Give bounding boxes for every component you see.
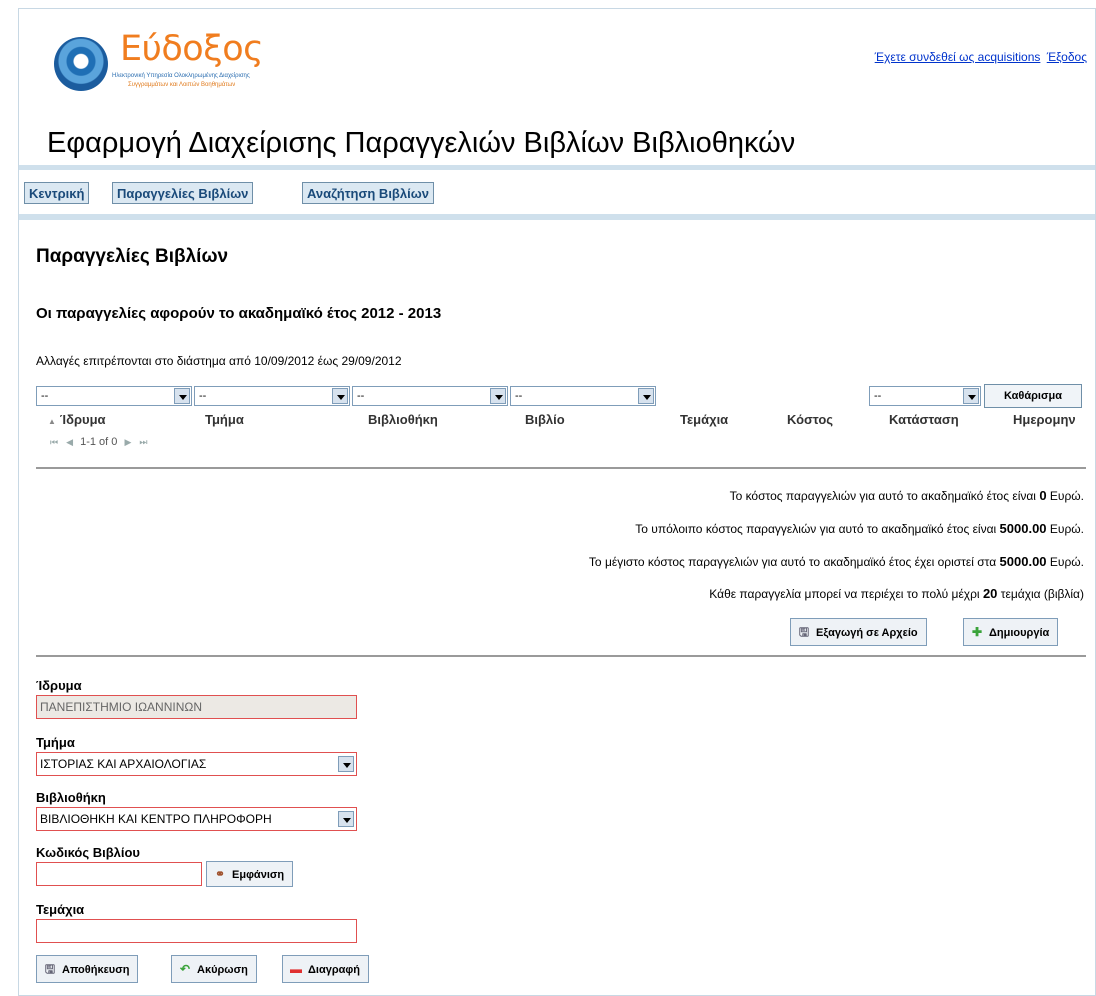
filter-library-select[interactable]: --: [352, 386, 508, 406]
institution-label: Ίδρυμα: [36, 678, 82, 693]
max-cost-info: Το μέγιστο κόστος παραγγελιών για αυτό τ…: [588, 554, 1084, 569]
filter-institution-select[interactable]: --: [36, 386, 192, 406]
nav-home[interactable]: Κεντρική: [24, 182, 90, 204]
app-title: Εφαρμογή Διαχείρισης Παραγγελιών Βιβλίων…: [47, 127, 796, 159]
plus-icon: ✚: [971, 625, 983, 639]
save-icon: 🖫: [44, 962, 56, 976]
filter-status-select[interactable]: --: [869, 386, 981, 406]
col-header-library[interactable]: Βιβλιοθήκη: [368, 412, 438, 427]
nav-divider: [19, 214, 1095, 220]
department-select[interactable]: ΙΣΤΟΡΙΑΣ ΚΑΙ ΑΡΧΑΙΟΛΟΓΙΑΣ: [36, 752, 357, 776]
clear-filters-button[interactable]: Καθάρισμα: [984, 384, 1082, 408]
save-button[interactable]: 🖫 Αποθήκευση: [36, 955, 139, 983]
delete-button[interactable]: ▬ Διαγραφή: [282, 955, 369, 983]
sort-asc-icon: ▲: [48, 417, 56, 426]
next-page-icon[interactable]: ▶: [124, 437, 131, 447]
header: Εύδοξος Ηλεκτρονική Υπηρεσία Ολοκληρωμέν…: [19, 9, 1095, 165]
logo-emblem-icon: [54, 37, 108, 91]
logout-link[interactable]: Έξοδος: [1047, 50, 1087, 64]
undo-arrow-icon: ↶: [179, 962, 191, 976]
divider: [36, 655, 1086, 657]
col-header-department[interactable]: Τμήμα: [205, 412, 244, 427]
library-select[interactable]: ΒΙΒΛΙΟΘΗΚΗ ΚΑΙ ΚΕΝΤΡΟ ΠΛΗΡΟΦΟΡΗ: [36, 807, 357, 831]
chevron-down-icon[interactable]: [338, 811, 354, 827]
col-header-institution[interactable]: ▲ Ίδρυμα: [48, 412, 106, 427]
main-nav: Κεντρική Παραγγελίες Βιβλίων Αναζήτηση Β…: [19, 170, 1095, 214]
top-links: Έχετε συνδεθεί ως acquisitions Έξοδος: [875, 50, 1087, 64]
last-page-icon[interactable]: ⏭: [139, 437, 147, 447]
book-code-label: Κωδικός Βιβλίου: [36, 845, 140, 860]
items-input[interactable]: [36, 919, 357, 943]
library-label: Βιβλιοθήκη: [36, 790, 106, 805]
nav-book-orders[interactable]: Παραγγελίες Βιβλίων: [112, 182, 254, 204]
col-header-book[interactable]: Βιβλίο: [525, 412, 565, 427]
filter-department-select[interactable]: --: [194, 386, 350, 406]
page-title: Παραγγελίες Βιβλίων: [36, 246, 229, 267]
chevron-down-icon[interactable]: [332, 388, 348, 404]
department-label: Τμήμα: [36, 735, 75, 750]
create-button[interactable]: ✚ Δημιουργία: [963, 618, 1059, 646]
chevron-down-icon[interactable]: [963, 388, 979, 404]
academic-year-heading: Οι παραγγελίες αφορούν το ακαδημαϊκό έτο…: [36, 305, 442, 322]
cost-info: Το κόστος παραγγελιών για αυτό το ακαδημ…: [729, 488, 1084, 503]
filter-book-select[interactable]: --: [510, 386, 656, 406]
logo-subtitle-2: Συγγραμμάτων και Λοιπών Βοηθημάτων: [128, 82, 236, 88]
col-header-cost[interactable]: Κόστος: [787, 412, 833, 427]
logo-title: Εύδοξος: [120, 29, 264, 69]
show-book-button[interactable]: ⚭ Εμφάνιση: [206, 861, 294, 887]
grid-pager: ⏮ ◀ 1-1 of 0 ▶ ⏭: [46, 436, 152, 448]
institution-field: ΠΑΝΕΠΙΣΤΗΜΙΟ ΙΩΑΝΝΙΝΩΝ: [36, 695, 357, 719]
max-items-info: Κάθε παραγγελία μπορεί να περιέχει το πο…: [709, 586, 1084, 601]
cancel-button[interactable]: ↶ Ακύρωση: [171, 955, 257, 983]
chevron-down-icon[interactable]: [174, 388, 190, 404]
chevron-down-icon[interactable]: [338, 756, 354, 772]
col-header-status[interactable]: Κατάσταση: [889, 412, 959, 427]
export-file-icon: 🖫: [798, 625, 810, 639]
remaining-cost-info: Το υπόλοιπο κόστος παραγγελιών για αυτό …: [635, 521, 1084, 536]
col-header-items[interactable]: Τεμάχια: [680, 412, 728, 427]
eudoxus-logo: Εύδοξος Ηλεκτρονική Υπηρεσία Ολοκληρωμέν…: [54, 29, 284, 99]
pager-text: 1-1 of 0: [80, 436, 118, 448]
logo-subtitle-1: Ηλεκτρονική Υπηρεσία Ολοκληρωμένης Διαχε…: [112, 73, 250, 79]
items-label: Τεμάχια: [36, 902, 85, 917]
first-page-icon[interactable]: ⏮: [50, 437, 58, 447]
book-code-input[interactable]: [36, 862, 202, 886]
export-to-file-button[interactable]: 🖫 Εξαγωγή σε Αρχείο: [790, 618, 927, 646]
nav-book-search[interactable]: Αναζήτηση Βιβλίων: [302, 182, 434, 204]
logged-in-link[interactable]: Έχετε συνδεθεί ως acquisitions: [875, 50, 1041, 64]
col-header-date[interactable]: Ημερομην: [1013, 412, 1076, 427]
changes-period-text: Αλλαγές επιτρέπονται στο διάστημα από 10…: [36, 354, 402, 368]
chevron-down-icon[interactable]: [638, 388, 654, 404]
binoculars-icon: ⚭: [214, 867, 226, 881]
prev-page-icon[interactable]: ◀: [66, 437, 73, 447]
chevron-down-icon[interactable]: [490, 388, 506, 404]
divider: [36, 467, 1086, 469]
minus-icon: ▬: [290, 962, 302, 976]
